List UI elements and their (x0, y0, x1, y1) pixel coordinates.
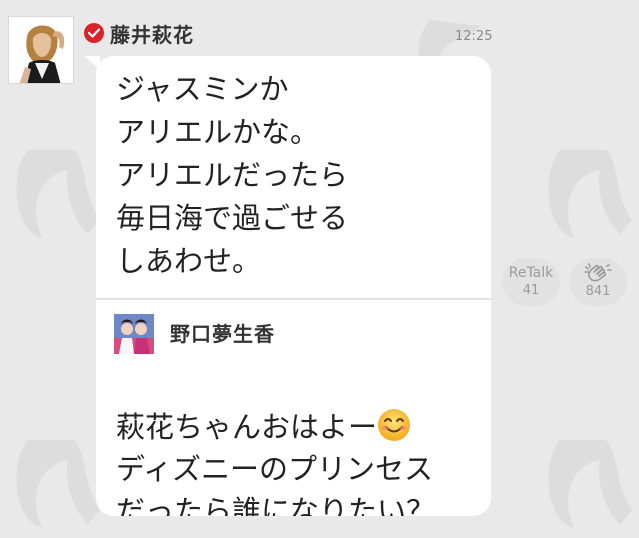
clap-count: 841 (585, 284, 611, 299)
clap-button[interactable]: 841 (569, 258, 627, 306)
author-avatar-image (9, 17, 73, 83)
retalk-label: ReTalk (508, 265, 554, 281)
retalk-button[interactable]: ReTalk 41 (502, 258, 560, 306)
quote-author-avatar[interactable] (114, 314, 154, 354)
clapping-hands-icon (584, 263, 612, 282)
quote-text-rest: ディズニーのプリンセス だったら誰になりたい？ (116, 452, 436, 516)
retalk-count: 41 (522, 283, 540, 298)
smiling-face-emoji-icon (378, 409, 411, 441)
verified-badge-icon (84, 23, 104, 43)
message-bubble[interactable]: ジャスミンか アリエルかな。 アリエルだったら 毎日海で過ごせる しあわせ。 野… (96, 56, 491, 516)
quote-avatar-image (114, 314, 154, 354)
author-name[interactable]: 藤井萩花 (110, 19, 194, 48)
quote-author-name[interactable]: 野口夢生香 (170, 318, 275, 347)
author-avatar[interactable] (8, 16, 74, 84)
post-time: 12:25 (455, 29, 493, 44)
author-header: 藤井萩花 (84, 19, 194, 48)
quote-divider (96, 298, 491, 300)
quote-text-line1: 萩花ちゃんおはよー (116, 410, 378, 444)
message-text: ジャスミンか アリエルかな。 アリエルだったら 毎日海で過ごせる しあわせ。 (116, 72, 349, 278)
quote-text: 萩花ちゃんおはよー ディズニーのプリンセス だったら誰になりたい？ (116, 364, 435, 516)
